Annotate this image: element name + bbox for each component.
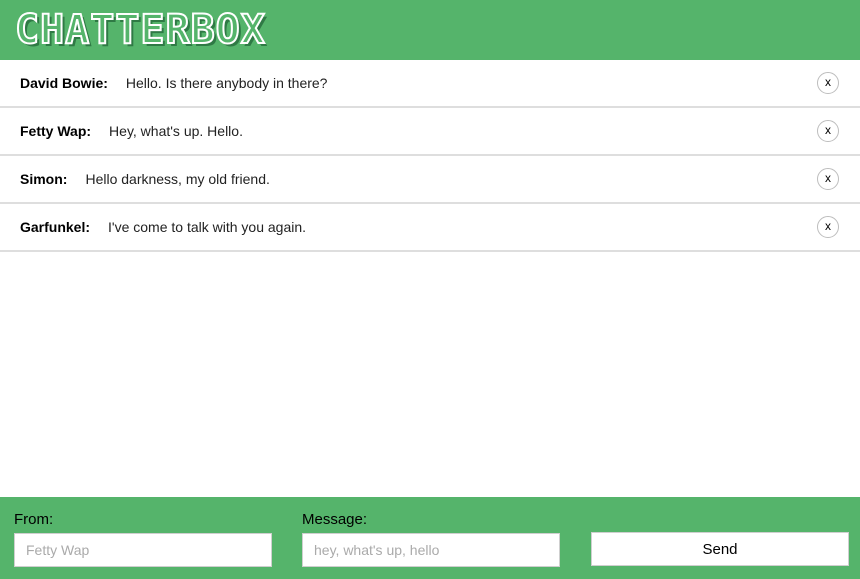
message-author: David Bowie:	[20, 75, 108, 91]
message-author: Fetty Wap:	[20, 123, 92, 139]
message-text: Hello darkness, my old friend.	[85, 171, 270, 187]
message-label: Message:	[302, 511, 368, 528]
message-author: Garfunkel:	[20, 219, 91, 235]
from-field-group: From:	[14, 511, 272, 567]
message-text: Hey, what's up. Hello.	[109, 123, 243, 139]
app-logo: CHATTERBOX	[14, 7, 266, 53]
from-input[interactable]	[14, 533, 272, 567]
compose-form: From: Message: Send	[0, 497, 860, 579]
app-header: CHATTERBOX	[0, 0, 860, 60]
message-input[interactable]	[302, 533, 560, 567]
message-item: David Bowie: Hello. Is there anybody in …	[0, 60, 860, 108]
message-author: Simon:	[20, 171, 68, 187]
delete-message-button[interactable]: x	[817, 168, 839, 190]
message-item: Fetty Wap: Hey, what's up. Hello. x	[0, 108, 860, 156]
message-field-group: Message:	[302, 511, 560, 567]
delete-message-button[interactable]: x	[817, 216, 839, 238]
message-list: David Bowie: Hello. Is there anybody in …	[0, 60, 860, 497]
message-item: Simon: Hello darkness, my old friend. x	[0, 156, 860, 204]
delete-message-button[interactable]: x	[817, 120, 839, 142]
message-item: Garfunkel: I've come to talk with you ag…	[0, 204, 860, 252]
delete-message-button[interactable]: x	[817, 72, 839, 94]
from-label: From:	[14, 511, 54, 528]
send-button[interactable]: Send	[591, 532, 849, 566]
message-text: I've come to talk with you again.	[108, 219, 307, 235]
message-text: Hello. Is there anybody in there?	[125, 75, 328, 91]
